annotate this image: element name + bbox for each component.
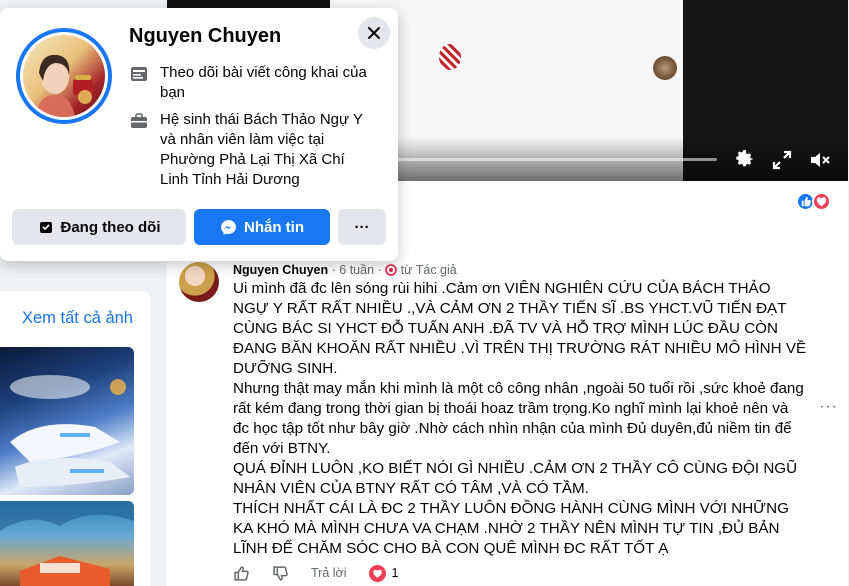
comment-more-button[interactable]: ··· bbox=[819, 398, 838, 416]
following-label: Đang theo dõi bbox=[60, 218, 161, 236]
message-button[interactable]: Nhắn tin bbox=[194, 209, 330, 245]
video-frame-object bbox=[439, 44, 461, 70]
photo-thumbnail[interactable] bbox=[0, 501, 134, 586]
reaction-count: 1 bbox=[391, 566, 399, 580]
fullscreen-icon[interactable] bbox=[770, 148, 794, 172]
video-frame-object bbox=[653, 56, 677, 80]
profile-hover-card: Nguyen Chuyen Theo dõi bài viết công kha… bbox=[0, 8, 398, 261]
comment-actions: Trả lời 1 bbox=[233, 563, 398, 583]
heart-icon bbox=[812, 192, 831, 211]
rss-feed-icon bbox=[129, 64, 151, 86]
work-info-text: Hệ sinh thái Bách Thảo Ngự Y và nhân viê… bbox=[160, 111, 363, 188]
video-progress-bar[interactable] bbox=[397, 158, 717, 161]
comment-header: Nguyen Chuyen · 6 tuần · từ Tác giả bbox=[233, 263, 457, 279]
commenter-avatar[interactable] bbox=[179, 262, 219, 302]
dislike-icon[interactable] bbox=[272, 565, 289, 582]
comment-text: Ui mình đã đc lên sóng rùi hihi .Cảm ơn … bbox=[233, 280, 807, 557]
more-options-button[interactable]: ··· bbox=[338, 209, 386, 245]
profile-avatar[interactable] bbox=[16, 28, 112, 124]
photo-thumbnail[interactable] bbox=[0, 347, 134, 495]
like-icon[interactable] bbox=[233, 565, 250, 582]
commenter-name[interactable]: Nguyen Chuyen bbox=[233, 263, 328, 277]
message-label: Nhắn tin bbox=[244, 218, 304, 236]
profile-name[interactable]: Nguyen Chuyen bbox=[129, 25, 281, 48]
video-letterbox bbox=[167, 0, 330, 8]
photo-spa-pods-icon bbox=[10, 375, 130, 487]
settings-gear-icon[interactable] bbox=[732, 148, 756, 172]
follow-info-text: Theo dõi bài viết công khai của bạn bbox=[160, 64, 367, 101]
author-badge-icon bbox=[385, 264, 397, 279]
comment-reactions[interactable]: 1 bbox=[368, 564, 399, 582]
briefcase-icon bbox=[129, 111, 151, 133]
see-all-photos-link[interactable]: Xem tất cả ảnh bbox=[22, 309, 133, 328]
photo-storefront-icon bbox=[0, 501, 134, 586]
reply-link[interactable]: Trả lời bbox=[311, 566, 347, 580]
profile-photo bbox=[23, 35, 105, 117]
comment-time[interactable]: 6 tuần bbox=[339, 263, 374, 277]
work-info-row: Hệ sinh thái Bách Thảo Ngự Y và nhân viê… bbox=[129, 110, 375, 190]
mute-icon[interactable] bbox=[808, 148, 832, 172]
close-icon bbox=[368, 27, 380, 39]
author-badge: từ Tác giả bbox=[400, 263, 457, 277]
following-icon bbox=[39, 222, 52, 233]
post-reactions[interactable] bbox=[796, 192, 836, 212]
messenger-icon bbox=[221, 219, 236, 235]
following-button[interactable]: Đang theo dõi bbox=[12, 209, 186, 245]
heart-icon bbox=[368, 564, 386, 582]
more-icon: ··· bbox=[354, 218, 370, 236]
follow-info-row: Theo dõi bài viết công khai của bạn bbox=[129, 63, 375, 103]
close-button[interactable] bbox=[358, 17, 390, 49]
